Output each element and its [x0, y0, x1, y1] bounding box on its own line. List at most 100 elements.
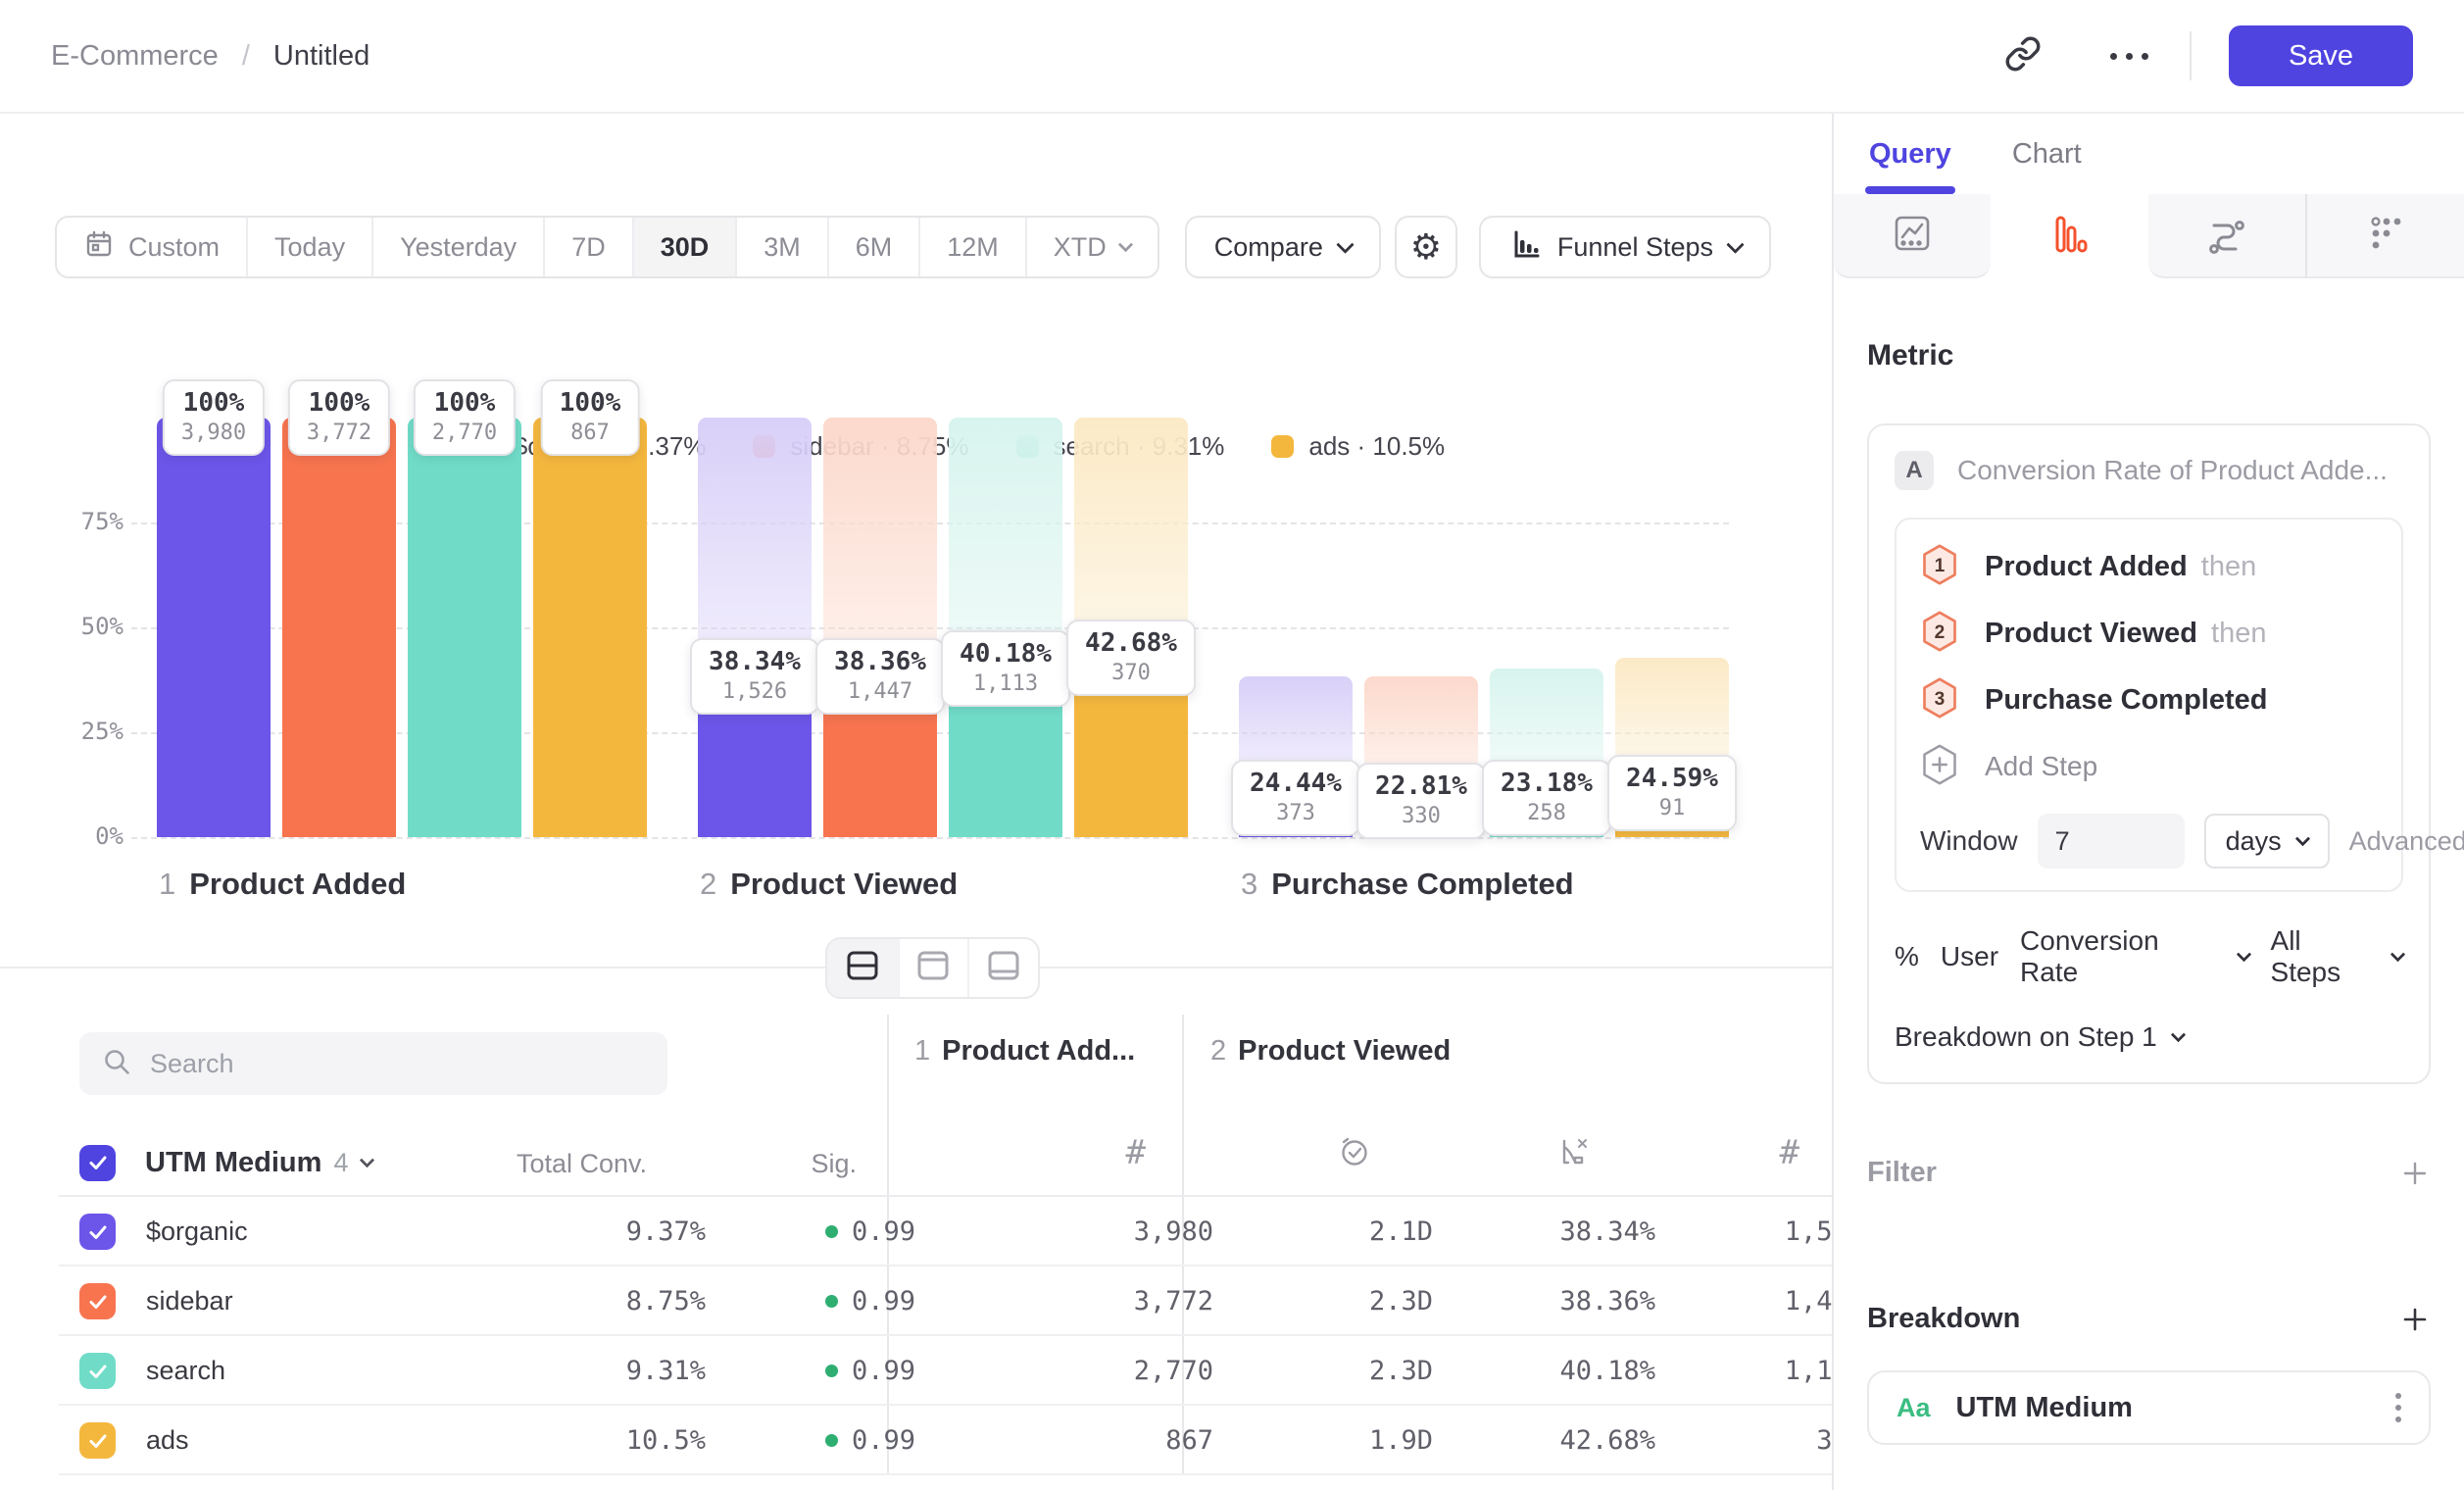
table-step2-header[interactable]: 2Product Viewed: [1210, 1035, 1451, 1068]
bar-sidebar-step2[interactable]: 38.36%1,447: [823, 418, 937, 837]
tab-query[interactable]: Query: [1869, 114, 1951, 194]
more-actions-button[interactable]: [2097, 25, 2160, 87]
bar-count: 258: [1501, 801, 1593, 825]
breakdown-item-utm-medium[interactable]: AaUTM Medium: [1867, 1370, 2431, 1445]
bar-ads-step3[interactable]: 24.59%91: [1615, 418, 1729, 837]
table-step1-header[interactable]: 1Product Add...: [914, 1035, 1135, 1068]
x-axis-step-label[interactable]: 3Purchase Completed: [1241, 867, 1574, 902]
y-axis-tick: 25%: [29, 718, 123, 745]
breadcrumb-report-title[interactable]: Untitled: [273, 40, 370, 73]
advanced-toggle[interactable]: Advanced: [2349, 826, 2464, 857]
share-link-button[interactable]: [1992, 25, 2054, 87]
row-checkbox[interactable]: [79, 1214, 116, 1250]
chevron-down-icon: [1336, 235, 1354, 253]
tab-retention[interactable]: [2305, 194, 2464, 278]
bar-ads-step2[interactable]: 42.68%370: [1074, 418, 1188, 837]
window-value-input[interactable]: [2038, 814, 2185, 869]
entity-label[interactable]: User: [1941, 941, 1998, 972]
cell-step1-count: 867: [1017, 1406, 1213, 1475]
bar-sidebar-step1[interactable]: 100%3,772: [282, 418, 396, 837]
range-3m[interactable]: 3M: [735, 218, 827, 276]
breadcrumb-project[interactable]: E-Commerce: [51, 40, 219, 73]
query-panel: Query Chart: [1832, 114, 2464, 1490]
chart-type-dropdown[interactable]: Funnel Steps: [1479, 216, 1771, 278]
table-row-ads[interactable]: ads10.5%0.998671.9D42.68%370: [59, 1406, 1832, 1475]
table-row-sidebar[interactable]: sidebar8.75%0.993,7722.3D38.36%1,447: [59, 1266, 1832, 1336]
breakdown-on-step-dropdown[interactable]: Breakdown on Step 1: [1895, 1021, 2403, 1053]
range-yesterday[interactable]: Yesterday: [371, 218, 543, 276]
tab-flows[interactable]: [2148, 194, 2305, 278]
compare-button[interactable]: Compare: [1185, 216, 1381, 278]
cell-significance: 0.99: [729, 1336, 915, 1406]
measurement-dropdown[interactable]: Conversion Rate: [2020, 925, 2249, 988]
gridline-0%: [131, 837, 1729, 839]
toggle-chart-view[interactable]: [898, 939, 968, 997]
total-conv-column-header[interactable]: Total Conv.: [451, 1149, 647, 1179]
range-today[interactable]: Today: [246, 218, 371, 276]
bar-search-step3[interactable]: 23.18%258: [1490, 418, 1603, 837]
chevron-down-icon: [2294, 830, 2310, 846]
step-number-hexagon: 3: [1920, 676, 1959, 724]
bar-organic-step3[interactable]: 24.44%373: [1239, 418, 1353, 837]
select-all-checkbox[interactable]: [79, 1145, 116, 1181]
range-custom[interactable]: Custom: [57, 218, 246, 276]
svg-text:2: 2: [1935, 622, 1946, 643]
count-hash-icon[interactable]: #: [1126, 1133, 1146, 1172]
range-30d[interactable]: 30D: [632, 218, 736, 276]
x-axis-step-label[interactable]: 1Product Added: [159, 867, 406, 902]
funnel-steps-card: 1Product Addedthen2Product Viewedthen3Pu…: [1895, 518, 2403, 892]
table-search[interactable]: [79, 1032, 667, 1095]
bar-organic-step1[interactable]: 100%3,980: [157, 418, 271, 837]
toggle-table-view[interactable]: [967, 939, 1038, 997]
range-label: 7D: [571, 232, 606, 263]
table-row-organic[interactable]: $organic9.37%0.993,9802.1D38.34%1,526: [59, 1197, 1832, 1266]
window-unit-dropdown[interactable]: days: [2204, 814, 2330, 869]
x-axis-step-label[interactable]: 2Product Viewed: [700, 867, 958, 902]
conversion-chart-icon[interactable]: [1555, 1133, 1591, 1173]
add-step-button[interactable]: Add Step: [1920, 733, 2378, 800]
bar-search-step2[interactable]: 40.18%1,113: [949, 418, 1062, 837]
range-7d[interactable]: 7D: [543, 218, 632, 276]
table-group-header[interactable]: UTM Medium 4: [79, 1131, 372, 1194]
time-to-convert-icon[interactable]: [1336, 1133, 1371, 1173]
sig-column-header[interactable]: Sig.: [739, 1149, 857, 1179]
query-step-3[interactable]: 3Purchase Completed: [1920, 667, 2378, 733]
tab-insights[interactable]: [1834, 194, 1991, 278]
range-12m[interactable]: 12M: [918, 218, 1025, 276]
table-row-search[interactable]: search9.31%0.992,7702.3D40.18%1,113: [59, 1336, 1832, 1406]
funnel-report-app: E-Commerce / Untitled Save: [0, 0, 2464, 1490]
add-filter-button[interactable]: [2399, 1158, 2431, 1189]
row-select[interactable]: ads: [79, 1406, 189, 1475]
bar-organic-step2[interactable]: 38.34%1,526: [698, 418, 812, 837]
steps-scope-dropdown[interactable]: All Steps: [2271, 925, 2403, 988]
search-input[interactable]: [150, 1049, 646, 1079]
compare-label: Compare: [1214, 232, 1323, 263]
query-step-1[interactable]: 1Product Addedthen: [1920, 533, 2378, 600]
add-breakdown-button[interactable]: [2399, 1304, 2431, 1335]
chart-settings-button[interactable]: ⚙: [1395, 216, 1457, 278]
range-xtd[interactable]: XTD: [1025, 218, 1158, 276]
row-select[interactable]: search: [79, 1336, 225, 1406]
count-hash-icon[interactable]: #: [1780, 1133, 1799, 1172]
save-button[interactable]: Save: [2229, 25, 2413, 86]
row-checkbox[interactable]: [79, 1422, 116, 1459]
bar-sidebar-step3[interactable]: 22.81%330: [1364, 418, 1478, 837]
tab-funnels[interactable]: [1991, 194, 2147, 278]
y-axis-tick: 50%: [29, 613, 123, 640]
query-step-2[interactable]: 2Product Viewedthen: [1920, 600, 2378, 667]
row-checkbox[interactable]: [79, 1353, 116, 1389]
range-6m[interactable]: 6M: [827, 218, 919, 276]
kebab-menu-icon[interactable]: [2395, 1393, 2401, 1422]
split-view-icon: [844, 949, 881, 987]
cell-significance: 0.99: [729, 1266, 915, 1336]
chevron-down-icon: [2390, 946, 2406, 962]
bar-ads-step1[interactable]: 100%867: [533, 418, 647, 837]
row-select[interactable]: sidebar: [79, 1266, 233, 1336]
metric-series-row[interactable]: A Conversion Rate of Product Adde...: [1895, 451, 2403, 490]
row-checkbox[interactable]: [79, 1283, 116, 1319]
row-select[interactable]: $organic: [79, 1197, 248, 1266]
toggle-split-view[interactable]: [827, 939, 898, 997]
significance-dot: [825, 1225, 838, 1238]
tab-chart[interactable]: Chart: [2012, 114, 2082, 194]
bar-search-step1[interactable]: 100%2,770: [408, 418, 521, 837]
